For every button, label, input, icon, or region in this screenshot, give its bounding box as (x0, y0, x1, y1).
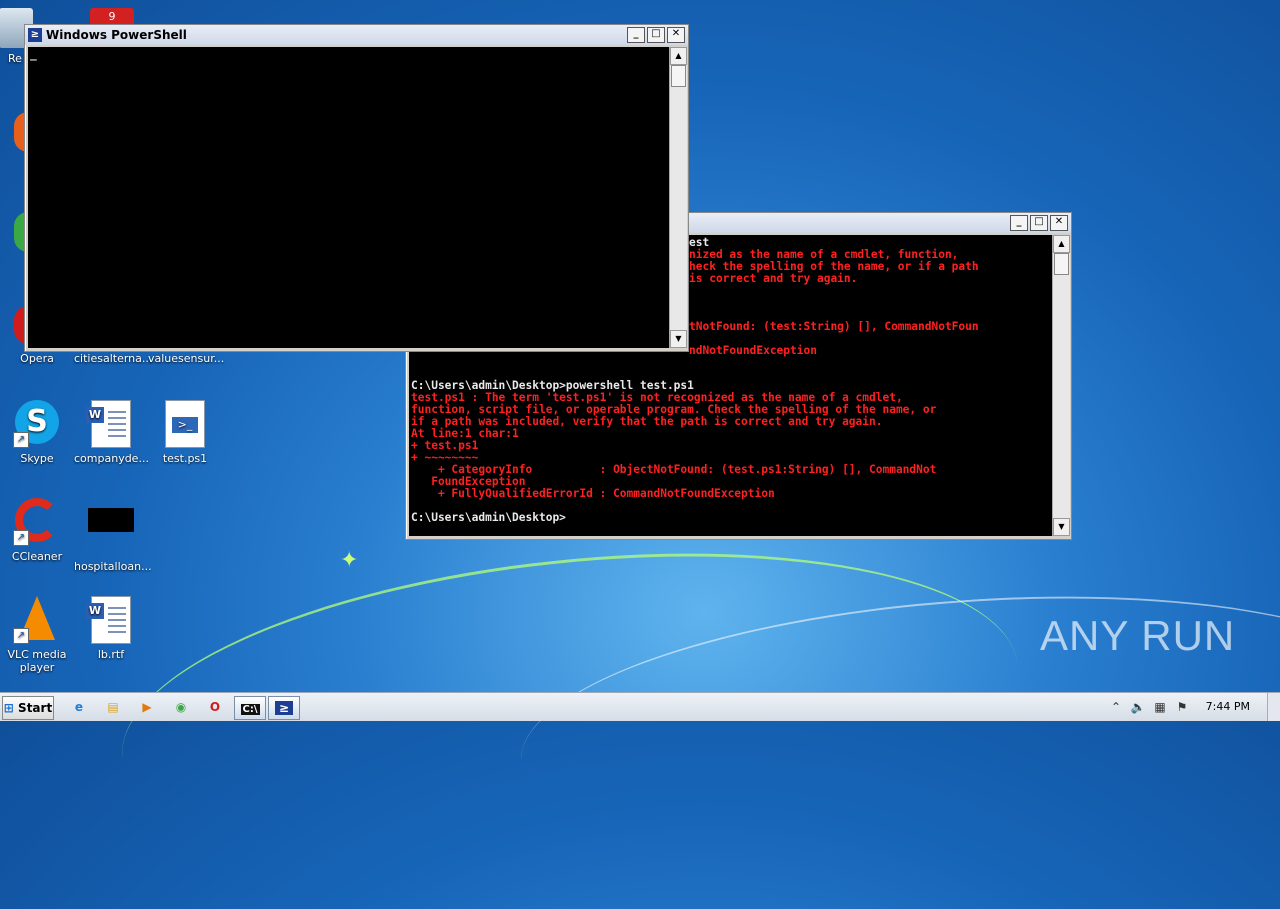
powershell-console[interactable]: _ (28, 47, 669, 348)
speaker-icon[interactable]: 🔈 (1130, 699, 1146, 715)
shortcut-arrow-icon: ↗ (13, 432, 29, 448)
scroll-thumb[interactable] (671, 65, 686, 87)
chrome-icon[interactable]: ◉ (168, 696, 194, 718)
desktop-icon-opera[interactable]: Opera (0, 352, 74, 365)
powershell-scrollbar[interactable]: ▲ ▼ (669, 47, 687, 348)
media-player-icon[interactable]: ▶ (134, 696, 160, 718)
flag-icon[interactable]: ⚑ (1174, 699, 1190, 715)
vlc-icon: ↗ (13, 596, 61, 644)
maximize-button[interactable]: □ (647, 27, 665, 43)
scroll-thumb[interactable] (1054, 253, 1069, 275)
skype-icon: S ↗ (13, 400, 61, 448)
chevron-up-icon[interactable]: ⌃ (1108, 699, 1124, 715)
powershell-script-icon: >_ (161, 400, 209, 448)
desktop-icon-hospitalloan[interactable]: hospitalloan... (74, 498, 152, 573)
network-icon[interactable]: ▦ (1152, 699, 1168, 715)
powershell-icon: ≥ (28, 28, 42, 42)
scroll-up-arrow-icon[interactable]: ▲ (670, 47, 687, 65)
taskbar: ⊞ Start e ▤ ▶ ◉ O C:\ ≥ ⌃ 🔈 ▦ ⚑ 7:44 PM (0, 692, 1280, 721)
desktop-icon-companyde[interactable]: W companyde... (74, 400, 149, 465)
shortcut-arrow-icon: ↗ (13, 628, 29, 644)
console-line: + test.ps1 (411, 439, 479, 452)
word-doc-icon: W (86, 400, 135, 448)
ccleaner-icon: ↗ (13, 498, 61, 546)
start-button[interactable]: ⊞ Start (2, 696, 54, 720)
close-button[interactable]: ✕ (667, 27, 685, 43)
console-line: ndNotFoundException (689, 344, 817, 357)
shortcut-arrow-icon: ↗ (13, 530, 29, 546)
powershell-titlebar[interactable]: ≥ Windows PowerShell _ □ ✕ (25, 25, 688, 45)
desktop-icon-valuesensur[interactable]: valuesensur... (148, 352, 224, 365)
desktop-icon-lb-rtf[interactable]: W lb.rtf (74, 596, 148, 661)
window-title: Windows PowerShell (46, 28, 187, 42)
scroll-down-arrow-icon[interactable]: ▼ (670, 330, 687, 348)
powershell-window[interactable]: ≥ Windows PowerShell _ □ ✕ _ ▲ ▼ (24, 24, 689, 352)
console-line: C:\Users\admin\Desktop> (411, 511, 566, 524)
minimize-button[interactable]: _ (1010, 215, 1028, 231)
ie-icon[interactable]: e (66, 696, 92, 718)
word-doc-icon: W (86, 596, 135, 644)
anyrun-watermark: ANY RUN (1040, 612, 1236, 659)
maximize-button[interactable]: □ (1030, 215, 1048, 231)
wallpaper-logo: ✦ (340, 548, 359, 573)
show-desktop-button[interactable] (1267, 693, 1280, 721)
opera-icon[interactable]: O (202, 696, 228, 718)
cmd-output-partial: est nized as the name of a cmdlet, functi… (689, 237, 979, 357)
powershell-icon[interactable]: ≥ (268, 696, 300, 720)
text-cursor: _ (30, 48, 37, 61)
desktop-icon-test-ps1[interactable]: >_ test.ps1 (148, 400, 222, 465)
console-line: is correct and try again. (689, 272, 858, 285)
console-line: + FullyQualifiedErrorId : CommandNotFoun… (411, 487, 775, 500)
clock[interactable]: 7:44 PM (1206, 700, 1250, 713)
console-line: tNotFound: (test:String) [], CommandNotF… (689, 320, 979, 333)
desktop-icon-vlc[interactable]: ↗ VLC media player (0, 596, 74, 674)
minimize-button[interactable]: _ (627, 27, 645, 43)
console-line: At line:1 char:1 (411, 427, 519, 440)
windows-logo-icon: ⊞ (3, 701, 14, 715)
desktop-icon-citiesalterna[interactable]: citiesalterna... (74, 352, 152, 365)
cmd-icon[interactable]: C:\ (234, 696, 266, 720)
scroll-up-arrow-icon[interactable]: ▲ (1053, 235, 1070, 253)
explorer-icon[interactable]: ▤ (100, 696, 126, 718)
scroll-down-arrow-icon[interactable]: ▼ (1053, 518, 1070, 536)
close-button[interactable]: ✕ (1050, 215, 1068, 231)
cmd-output: C:\Users\admin\Desktop>powershell test.p… (411, 380, 936, 524)
system-tray: ⌃ 🔈 ▦ ⚑ 7:44 PM (1102, 693, 1280, 721)
black-file-icon (87, 508, 135, 556)
desktop-icon-ccleaner[interactable]: ↗ CCleaner (0, 498, 74, 563)
cmd-scrollbar[interactable]: ▲ ▼ (1052, 235, 1070, 536)
desktop-icon-skype[interactable]: S ↗ Skype (0, 400, 74, 465)
